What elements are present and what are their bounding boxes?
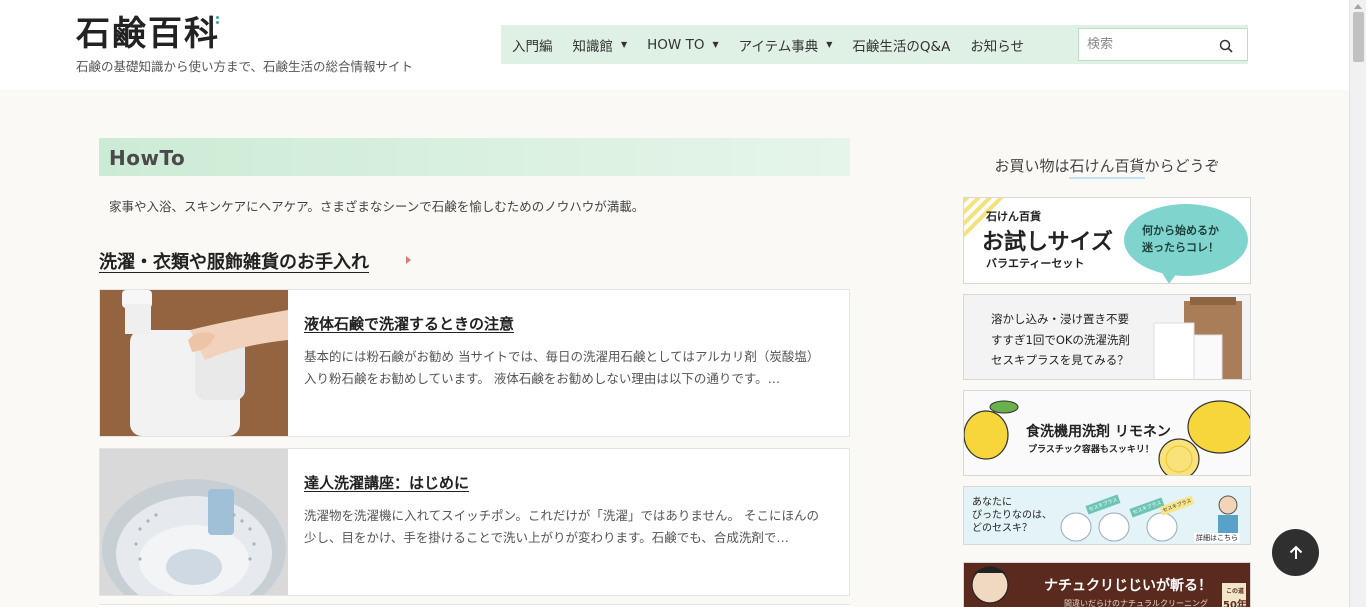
nav-item-label: 知識館 xyxy=(572,38,614,55)
banner-brand: 石けん百貨 xyxy=(986,210,1041,223)
article-excerpt: 基本的には粉石鹸がお勧め 当サイトでは、毎日の洗濯用石鹸としてはアルカリ剤（炭酸… xyxy=(304,349,820,386)
sidebar-shop-heading: お買い物は石けん百貨からどうぞ xyxy=(963,155,1251,179)
banner-headline: 食洗機用洗剤 リモネン xyxy=(1026,424,1171,440)
banner-headline: お試しサイズ xyxy=(982,230,1113,255)
nav-item-label: 石鹸生活のQ&A xyxy=(852,38,951,55)
article-thumbnail-liquid-soap[interactable] xyxy=(100,290,288,436)
banner-natural-cleaning[interactable]: ナチュクリじじいが斬る！ 間違いだらけのナチュラルクリーニング この道 50年 xyxy=(963,562,1251,607)
banner-cta[interactable]: 詳細はこちら xyxy=(1194,533,1240,543)
bubble-line: 迷ったらコレ！ xyxy=(1142,241,1219,254)
back-to-top-button[interactable] xyxy=(1272,529,1319,576)
banner-sesqui-plus[interactable]: 溶かし込み・浸け置き不要 すすぎ1回でOKの洗濯洗剤 セスキプラスを見てみる？ xyxy=(963,294,1251,380)
banner-sub: プラスチック容器もスッキリ！ xyxy=(1028,445,1154,455)
banner-sub: バラエティーセット xyxy=(986,257,1085,270)
banner-headline: ナチュクリじじいが斬る！ xyxy=(1044,578,1212,594)
logo-dots-icon xyxy=(216,16,224,28)
banner-line: セスキプラスを見てみる？ xyxy=(991,353,1129,367)
nav-item-label: 入門編 xyxy=(512,38,553,55)
page-scrollbar[interactable] xyxy=(1349,0,1366,607)
chevron-down-icon: ▼ xyxy=(826,40,833,49)
banner-line: どのセスキ？ xyxy=(972,523,1032,534)
scroll-up-arrow-icon[interactable] xyxy=(1354,4,1362,9)
nav-item-howto[interactable]: HOW TO ▼ xyxy=(647,37,718,53)
article-thumbnail-washing-machine[interactable] xyxy=(100,449,288,595)
banner-badge: 50年 xyxy=(1223,600,1247,607)
search-icon[interactable] xyxy=(1219,39,1233,53)
chevron-down-icon: ▼ xyxy=(712,40,719,49)
banner-line: すすぎ1回でOKの洗濯洗剤 xyxy=(991,333,1130,347)
banner-badge: この道 xyxy=(1226,588,1245,595)
article-title[interactable]: 達人洗濯講座：はじめに xyxy=(304,472,469,493)
heading-text: からどうぞ xyxy=(1144,157,1220,175)
article-title[interactable]: 液体石鹸で洗濯するときの注意 xyxy=(304,313,514,334)
banner-trial-size[interactable]: 石けん百貨 お試しサイズ バラエティーセット 何から始めるか 迷ったらコレ！ xyxy=(963,197,1251,284)
banner-line: 溶かし込み・浸け置き不要 xyxy=(991,312,1129,326)
banner-which-sesqui[interactable]: あなたに ぴったりなのは、 どのセスキ？ セスキプラス セスキプラス セスキプラ… xyxy=(963,486,1251,545)
nav-item-item-encyclopedia[interactable]: アイテム事典 ▼ xyxy=(739,35,833,55)
site-tagline: 石鹸の基礎知識から使い方まで、石鹸生活の総合情報サイト xyxy=(76,59,414,74)
arrow-up-icon xyxy=(1289,545,1302,559)
nav-item-intro[interactable]: 入門編 xyxy=(512,35,553,55)
section-heading-laundry[interactable]: 洗濯・衣類や服飾雑貨のお手入れ xyxy=(99,248,369,274)
nav-item-label: お知らせ xyxy=(970,38,1025,55)
site-header: 石鹸百科 石鹸の基礎知識から使い方まで、石鹸生活の総合情報サイト 入門編 知識館… xyxy=(0,0,1349,90)
search-box xyxy=(1078,28,1248,61)
nav-item-label: アイテム事典 xyxy=(738,38,819,55)
banner-limonen[interactable]: 食洗機用洗剤 リモネン プラスチック容器もスッキリ！ xyxy=(963,390,1251,476)
heading-text: お買い物は xyxy=(994,157,1070,175)
nav-item-knowledge[interactable]: 知識館 ▼ xyxy=(573,35,628,55)
bubble-line: 何から始めるか xyxy=(1142,224,1219,237)
banner-sub: 間違いだらけのナチュラルクリーニング xyxy=(1064,599,1208,607)
scroll-thumb[interactable] xyxy=(1353,12,1364,62)
page-title-bar: HowTo xyxy=(99,138,850,176)
page-title: HowTo xyxy=(109,146,186,170)
article-card[interactable]: 達人洗濯講座：はじめに 洗濯物を洗濯機に入れてスイッチポン。これだけが「洗濯」で… xyxy=(99,448,850,596)
nav-item-label: HOW TO xyxy=(647,36,705,53)
shop-name-link[interactable]: 石けん百貨 xyxy=(1069,157,1145,179)
logo-text[interactable]: 石鹸百科 xyxy=(76,14,220,54)
chevron-down-icon: ▼ xyxy=(621,40,628,49)
article-card[interactable]: 液体石鹸で洗濯するときの注意 基本的には粉石鹸がお勧め 当サイトでは、毎日の洗濯… xyxy=(99,289,850,437)
search-input[interactable] xyxy=(1079,37,1209,52)
arrow-right-icon xyxy=(406,256,411,264)
page-description: 家事や入浴、スキンケアにヘアケア。さまざまなシーンで石鹸を愉しむためのノウハウが… xyxy=(109,199,645,214)
nav-item-qa[interactable]: 石鹸生活のQ&A xyxy=(852,35,950,55)
article-excerpt: 洗濯物を洗濯機に入れてスイッチポン。これだけが「洗濯」ではありません。 そこにほ… xyxy=(304,508,819,545)
site-logo[interactable]: 石鹸百科 xyxy=(76,14,220,54)
nav-item-news[interactable]: お知らせ xyxy=(970,35,1024,55)
